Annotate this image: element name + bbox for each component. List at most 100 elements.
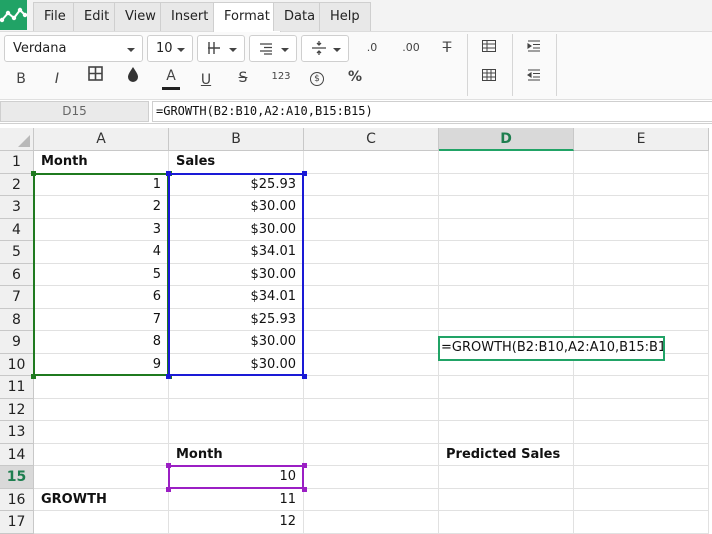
clear-format-button[interactable]: T	[436, 37, 458, 59]
column-header-b[interactable]: B	[169, 128, 304, 151]
range-b15-b15-handle[interactable]	[302, 486, 307, 492]
cell-b7[interactable]: $34.01	[169, 286, 304, 309]
cell-e3[interactable]	[574, 196, 709, 219]
row-header-13[interactable]: 13	[0, 421, 34, 444]
cell-d17[interactable]	[439, 511, 574, 534]
cell-a7[interactable]: 6	[34, 286, 169, 309]
row-header-1[interactable]: 1	[0, 151, 34, 174]
cell-c2[interactable]	[304, 173, 439, 196]
cell-a16[interactable]: GROWTH	[34, 488, 169, 511]
cell-d13[interactable]	[439, 421, 574, 444]
cell-e4[interactable]	[574, 218, 709, 241]
strikethrough-button[interactable]: S	[232, 67, 254, 89]
cell-b16[interactable]: 11	[169, 488, 304, 511]
percent-button[interactable]: %	[344, 66, 366, 88]
cell-b4[interactable]: $30.00	[169, 218, 304, 241]
row-header-12[interactable]: 12	[0, 398, 34, 421]
cell-a12[interactable]	[34, 398, 169, 421]
row-header-17[interactable]: 17	[0, 511, 34, 534]
cell-c3[interactable]	[304, 196, 439, 219]
menu-help[interactable]: Help	[319, 2, 371, 31]
row-header-9[interactable]: 9	[0, 331, 34, 354]
cell-d1[interactable]	[439, 151, 574, 174]
cell-b15[interactable]: 10	[169, 466, 304, 489]
select-all-corner[interactable]	[0, 128, 34, 151]
cell-c1[interactable]	[304, 151, 439, 174]
cell-a15[interactable]	[34, 466, 169, 489]
cell-b9[interactable]: $30.00	[169, 331, 304, 354]
menu-insert[interactable]: Insert	[160, 2, 220, 31]
cell-e1[interactable]	[574, 151, 709, 174]
column-header-d[interactable]: D	[439, 128, 574, 151]
cell-b10[interactable]: $30.00	[169, 353, 304, 376]
vertical-align-dropdown[interactable]	[301, 35, 349, 62]
row-header-6[interactable]: 6	[0, 263, 34, 286]
cell-b17[interactable]: 12	[169, 511, 304, 534]
row-header-7[interactable]: 7	[0, 286, 34, 309]
cell-d3[interactable]	[439, 196, 574, 219]
cell-c6[interactable]	[304, 263, 439, 286]
insert-table-button[interactable]	[478, 37, 500, 59]
cell-c11[interactable]	[304, 376, 439, 399]
cell-a10[interactable]: 9	[34, 353, 169, 376]
cell-e13[interactable]	[574, 421, 709, 444]
cell-e16[interactable]	[574, 488, 709, 511]
cell-a3[interactable]: 2	[34, 196, 169, 219]
cell-d12[interactable]	[439, 398, 574, 421]
italic-button[interactable]: I	[46, 68, 68, 90]
row-header-16[interactable]: 16	[0, 488, 34, 511]
range-a2-a10-handle[interactable]	[31, 170, 36, 176]
menu-file[interactable]: File	[33, 2, 77, 31]
row-header-14[interactable]: 14	[0, 443, 34, 466]
cell-c5[interactable]	[304, 241, 439, 264]
cell-c4[interactable]	[304, 218, 439, 241]
cell-d8[interactable]	[439, 308, 574, 331]
cell-a8[interactable]: 7	[34, 308, 169, 331]
decrease-decimal-button[interactable]: .0	[360, 37, 384, 59]
currency-button[interactable]: $	[306, 66, 328, 88]
menu-view[interactable]: View	[114, 2, 167, 31]
range-b2-b10-handle[interactable]	[302, 374, 307, 379]
cell-c13[interactable]	[304, 421, 439, 444]
table-borders-button[interactable]	[478, 66, 500, 88]
cell-d15[interactable]	[439, 466, 574, 489]
cell-a9[interactable]: 8	[34, 331, 169, 354]
cell-editor[interactable]: =GROWTH(B2:B10,A2:A10,B15:B15)	[438, 336, 665, 361]
row-header-10[interactable]: 10	[0, 353, 34, 376]
cell-a17[interactable]	[34, 511, 169, 534]
cell-e8[interactable]	[574, 308, 709, 331]
underline-button[interactable]: U	[195, 69, 217, 91]
cell-b1[interactable]: Sales	[169, 151, 304, 174]
cell-b3[interactable]: $30.00	[169, 196, 304, 219]
cell-b5[interactable]: $34.01	[169, 241, 304, 264]
cell-b11[interactable]	[169, 376, 304, 399]
cell-e11[interactable]	[574, 376, 709, 399]
cell-c9[interactable]	[304, 331, 439, 354]
cell-d6[interactable]	[439, 263, 574, 286]
row-header-4[interactable]: 4	[0, 218, 34, 241]
range-b15-b15-handle[interactable]	[166, 463, 171, 468]
cell-c17[interactable]	[304, 511, 439, 534]
fill-color-button[interactable]	[122, 66, 144, 88]
cell-d14[interactable]: Predicted Sales	[439, 443, 574, 466]
font-size-dropdown[interactable]: 10	[147, 35, 193, 62]
align-dropdown[interactable]	[249, 35, 297, 62]
range-b2-b10-handle[interactable]	[302, 170, 307, 176]
cell-a6[interactable]: 5	[34, 263, 169, 286]
cell-b14[interactable]: Month	[169, 443, 304, 466]
range-b2-b10-handle[interactable]	[166, 374, 171, 379]
cell-d11[interactable]	[439, 376, 574, 399]
cell-d2[interactable]	[439, 173, 574, 196]
row-header-15[interactable]: 15	[0, 466, 34, 489]
cell-c10[interactable]	[304, 353, 439, 376]
cell-a11[interactable]	[34, 376, 169, 399]
cell-e7[interactable]	[574, 286, 709, 309]
menu-format[interactable]: Format	[213, 2, 281, 33]
cell-c14[interactable]	[304, 443, 439, 466]
cell-c12[interactable]	[304, 398, 439, 421]
cell-a1[interactable]: Month	[34, 151, 169, 174]
column-header-a[interactable]: A	[34, 128, 169, 151]
cell-a4[interactable]: 3	[34, 218, 169, 241]
cell-b12[interactable]	[169, 398, 304, 421]
bold-button[interactable]: B	[10, 68, 32, 90]
